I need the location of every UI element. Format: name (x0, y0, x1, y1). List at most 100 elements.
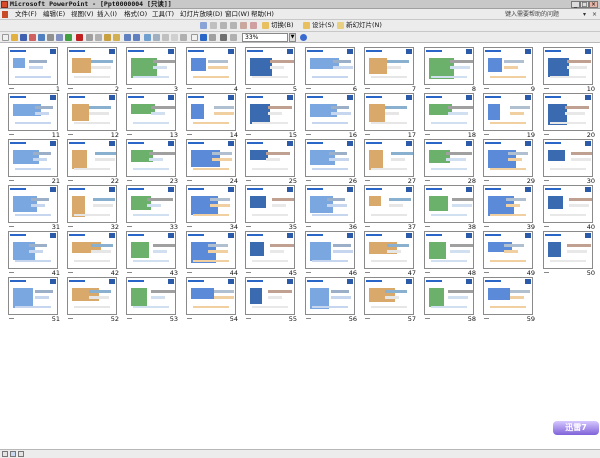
slide-sorter-view-button[interactable] (10, 451, 16, 457)
slideshow-view-button[interactable] (18, 451, 24, 457)
doc-minimize-icon[interactable]: ▾ (583, 11, 586, 18)
slide-thumbnail[interactable] (364, 139, 414, 177)
slide-thumbnail[interactable] (543, 231, 593, 269)
doc-close-icon[interactable]: × (592, 11, 597, 18)
print-icon[interactable] (47, 34, 54, 41)
slide-thumbnail[interactable] (483, 93, 533, 131)
undo-icon[interactable] (124, 34, 131, 41)
menu-help[interactable]: 帮助(H) (251, 9, 274, 20)
open-icon[interactable] (11, 34, 18, 41)
slide-thumbnail[interactable] (424, 47, 474, 85)
expand-all-icon[interactable] (171, 34, 178, 41)
numbering-icon[interactable] (220, 22, 227, 29)
slide-thumbnail[interactable] (245, 139, 295, 177)
color-grayscale-icon[interactable] (209, 34, 216, 41)
format-painter-icon[interactable] (113, 34, 120, 41)
zoom-select[interactable]: 33% (242, 33, 288, 42)
mail-icon[interactable] (38, 34, 45, 41)
slide-thumbnail[interactable] (8, 139, 58, 177)
slide-thumbnail[interactable] (8, 277, 58, 315)
slide-thumbnail[interactable] (8, 47, 58, 85)
expand-icon[interactable] (200, 22, 207, 29)
research-icon[interactable] (76, 34, 83, 41)
slide-thumbnail[interactable] (543, 93, 593, 131)
slide-sorter-icon[interactable] (230, 34, 237, 41)
slide-thumbnail[interactable] (483, 231, 533, 269)
save-icon[interactable] (20, 34, 27, 41)
slide-thumbnail[interactable] (186, 277, 236, 315)
print-preview-icon[interactable] (56, 34, 63, 41)
slide-thumbnail[interactable] (67, 277, 117, 315)
normal-view-button[interactable] (2, 451, 8, 457)
grid-icon[interactable] (191, 34, 198, 41)
slide-thumbnail[interactable] (186, 185, 236, 223)
slide-thumbnail[interactable] (126, 47, 176, 85)
paste-icon[interactable] (104, 34, 111, 41)
align-icon[interactable] (210, 22, 217, 29)
slide-thumbnail[interactable] (364, 47, 414, 85)
slide-thumbnail[interactable] (305, 93, 355, 131)
font-size-icon[interactable] (240, 22, 247, 29)
menu-file[interactable]: 文件(F) (15, 9, 37, 20)
slide-thumbnail[interactable] (67, 231, 117, 269)
permission-icon[interactable] (29, 34, 36, 41)
insert-table-icon[interactable] (162, 34, 169, 41)
slide-thumbnail[interactable] (424, 277, 474, 315)
menu-view[interactable]: 视图(V) (71, 9, 94, 20)
slide-thumbnail[interactable] (424, 231, 474, 269)
slide-thumbnail[interactable] (8, 185, 58, 223)
slide-thumbnail[interactable] (186, 93, 236, 131)
menu-window[interactable]: 窗口(W) (225, 9, 250, 20)
slide-thumbnail[interactable] (305, 139, 355, 177)
slide-thumbnail[interactable] (543, 185, 593, 223)
menu-slideshow[interactable]: 幻灯片放映(D) (180, 9, 223, 20)
slide-thumbnail[interactable] (245, 185, 295, 223)
slide-thumbnail[interactable] (245, 47, 295, 85)
slide-thumbnail[interactable] (364, 277, 414, 315)
new-slide-icon[interactable] (337, 22, 344, 29)
table-icon[interactable] (153, 34, 160, 41)
slide-thumbnail[interactable] (245, 93, 295, 131)
slide-thumbnail[interactable] (8, 93, 58, 131)
slide-thumbnail[interactable] (245, 231, 295, 269)
slide-thumbnail[interactable] (126, 231, 176, 269)
slide-thumbnail[interactable] (305, 231, 355, 269)
menu-tools[interactable]: 工具(T) (152, 9, 174, 20)
slide-thumbnail[interactable] (364, 231, 414, 269)
slide-thumbnail[interactable] (186, 47, 236, 85)
new-icon[interactable] (2, 34, 9, 41)
show-formatting-icon[interactable] (180, 34, 187, 41)
new-slide-button[interactable]: 新幻灯片(N) (346, 20, 382, 31)
design-button[interactable]: 设计(S) (312, 20, 334, 31)
slide-layout-icon[interactable] (220, 34, 227, 41)
slide-thumbnail[interactable] (67, 47, 117, 85)
slide-thumbnail[interactable] (424, 185, 474, 223)
slide-thumbnail[interactable] (8, 231, 58, 269)
slide-thumbnail[interactable] (186, 139, 236, 177)
menu-format[interactable]: 格式(O) (124, 9, 147, 20)
redo-icon[interactable] (133, 34, 140, 41)
slide-thumbnail[interactable] (543, 139, 593, 177)
font-color-icon[interactable] (250, 22, 257, 29)
design-icon[interactable] (303, 22, 310, 29)
menu-edit[interactable]: 编辑(E) (43, 9, 65, 20)
xunlei-badge[interactable]: 迅雷7 (553, 421, 599, 435)
slide-thumbnail[interactable] (305, 185, 355, 223)
slide-thumbnail[interactable] (67, 185, 117, 223)
slide-thumbnail[interactable] (483, 139, 533, 177)
slide-thumbnail[interactable] (245, 277, 295, 315)
slide-thumbnail[interactable] (305, 47, 355, 85)
slide-thumbnail[interactable] (126, 139, 176, 177)
maximize-button[interactable]: □ (580, 1, 589, 8)
slide-thumbnail[interactable] (186, 231, 236, 269)
menu-insert[interactable]: 插入(I) (97, 9, 117, 20)
cut-icon[interactable] (86, 34, 93, 41)
slide-thumbnail[interactable] (543, 47, 593, 85)
switch-icon[interactable] (262, 22, 269, 29)
chevron-down-icon[interactable]: ▼ (289, 33, 296, 42)
copy-icon[interactable] (95, 34, 102, 41)
slide-thumbnail[interactable] (424, 93, 474, 131)
slide-thumbnail[interactable] (67, 139, 117, 177)
slide-thumbnail[interactable] (483, 47, 533, 85)
switch-button[interactable]: 切换(B) (271, 20, 294, 31)
